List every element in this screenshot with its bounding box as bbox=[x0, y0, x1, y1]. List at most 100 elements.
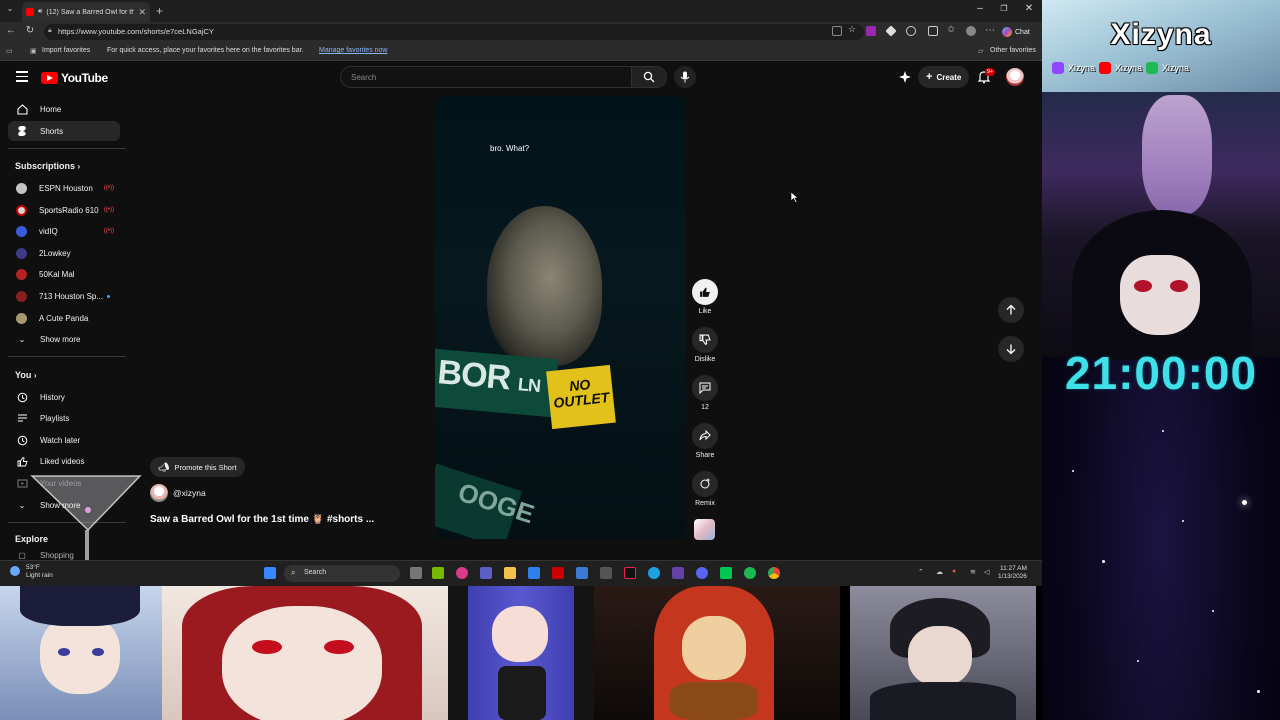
volume-icon[interactable]: ◁ bbox=[984, 568, 989, 576]
short-title[interactable]: Saw a Barred Owl for the 1st time 🦉 #sho… bbox=[150, 514, 374, 525]
subscription-713-houston[interactable]: 713 Houston Sp... bbox=[8, 286, 120, 306]
subscription-espn-houston[interactable]: ESPN Houston ((•)) bbox=[8, 178, 120, 198]
search-button[interactable] bbox=[631, 66, 667, 88]
next-short-button[interactable] bbox=[998, 336, 1024, 362]
dislike-button[interactable]: Dislike bbox=[689, 327, 721, 363]
restore-button[interactable]: ❐ bbox=[992, 4, 1016, 13]
remix-button[interactable]: Remix bbox=[689, 471, 721, 507]
star bbox=[1137, 660, 1139, 662]
short-video-player[interactable]: bro. What? BOR LN NO OUTLET OOGE bbox=[435, 96, 686, 539]
app-icon[interactable] bbox=[576, 567, 588, 579]
subscription-sportsradio-610[interactable]: SportsRadio 610 ((•)) bbox=[8, 200, 120, 220]
youtube-logo[interactable]: YouTube bbox=[41, 71, 108, 85]
sidebar-item-watch-later[interactable]: Watch later bbox=[8, 430, 120, 450]
other-favorites-button[interactable]: Other favorites bbox=[990, 47, 1036, 54]
sidebar-item-label: Liked videos bbox=[40, 456, 85, 466]
microphone-tray-icon[interactable]: ● bbox=[952, 568, 956, 575]
thumbs-up-icon bbox=[692, 279, 718, 305]
create-button[interactable]: + Create bbox=[918, 66, 970, 88]
temperature: 53°F bbox=[26, 564, 40, 571]
tray-overflow-icon[interactable]: ⌃ bbox=[918, 568, 924, 576]
favorite-star-icon[interactable]: ☆ bbox=[845, 24, 859, 35]
speaker-icon[interactable]: 🔊︎ bbox=[38, 8, 42, 16]
weather-widget[interactable]: 53°F Light rain bbox=[10, 564, 53, 580]
subscription-label: SportsRadio 610 bbox=[39, 205, 99, 215]
profile-icon[interactable] bbox=[966, 26, 976, 36]
account-avatar[interactable] bbox=[1006, 68, 1024, 86]
previous-short-button[interactable] bbox=[998, 297, 1024, 323]
sidebar-item-playlists[interactable]: Playlists bbox=[8, 408, 120, 428]
anime-figure bbox=[1142, 95, 1212, 215]
comments-button[interactable]: 12 bbox=[689, 375, 721, 411]
app-icon[interactable] bbox=[720, 567, 732, 579]
channel-avatar bbox=[16, 247, 27, 259]
app-icon[interactable] bbox=[456, 567, 468, 579]
search-input[interactable]: Search bbox=[340, 66, 632, 88]
refresh-icon[interactable]: ↻ bbox=[23, 25, 37, 36]
teams-icon[interactable] bbox=[480, 567, 492, 579]
sidebar-item-home[interactable]: Home bbox=[8, 99, 120, 119]
url-field[interactable]: 🔒︎ https://www.youtube.com/shorts/e7ceLN… bbox=[44, 24, 864, 40]
extension-diamond-icon[interactable] bbox=[885, 25, 897, 37]
sidebar-item-liked-videos[interactable]: Liked videos bbox=[8, 451, 120, 471]
close-window-button[interactable]: ✕ bbox=[1017, 3, 1041, 14]
app-icon[interactable] bbox=[672, 567, 684, 579]
taskbar-search[interactable]: ⌕ Search bbox=[284, 565, 400, 582]
taskbar-clock[interactable]: 11:27 AM 1/13/2026 bbox=[998, 565, 1027, 582]
tray-app-icon[interactable]: ☁ bbox=[936, 568, 943, 576]
discord-icon[interactable] bbox=[696, 567, 708, 579]
channel-info[interactable]: @xizyna bbox=[150, 484, 206, 502]
favorites-icon[interactable]: ✩ bbox=[944, 24, 958, 35]
share-button[interactable]: Share bbox=[689, 423, 721, 459]
extensions-puzzle-icon[interactable] bbox=[928, 26, 938, 36]
social-handle: Xizyna bbox=[1162, 63, 1190, 73]
calculator-icon[interactable] bbox=[600, 567, 612, 579]
tiktok-icon[interactable] bbox=[624, 567, 636, 579]
clock-date: 1/13/2026 bbox=[998, 573, 1027, 581]
minimize-button[interactable]: – bbox=[968, 3, 992, 14]
no-outlet-sign: NO OUTLET bbox=[546, 364, 616, 430]
import-favorites-button[interactable]: Import favorites bbox=[42, 47, 90, 54]
subscription-a-cute-panda[interactable]: A Cute Panda bbox=[8, 308, 120, 328]
news-app-icon[interactable] bbox=[552, 567, 564, 579]
subscription-50kal-mal[interactable]: 50Kal Mal bbox=[8, 264, 120, 284]
audio-thumbnail[interactable] bbox=[694, 519, 715, 540]
subscription-vidiq[interactable]: vidIQ ((•)) bbox=[8, 221, 120, 241]
voice-search-button[interactable] bbox=[674, 66, 696, 88]
sidebar-item-shorts[interactable]: Shorts bbox=[8, 121, 120, 141]
like-button[interactable]: Like bbox=[689, 279, 721, 315]
spotify-icon[interactable] bbox=[744, 567, 756, 579]
youtube-icon bbox=[1099, 62, 1112, 74]
copilot-chat-button[interactable]: Chat bbox=[1002, 25, 1030, 39]
sidebar-item-history[interactable]: History bbox=[8, 387, 120, 407]
extension-circle-icon[interactable] bbox=[906, 26, 916, 36]
more-options-icon[interactable]: ⋯ bbox=[983, 25, 997, 36]
promote-short-button[interactable]: 📣︎ Promote this Short bbox=[150, 457, 245, 477]
nvidia-icon[interactable] bbox=[432, 567, 444, 579]
store-icon[interactable] bbox=[528, 567, 540, 579]
manage-favorites-link[interactable]: Manage favorites now bbox=[319, 47, 387, 54]
anime-eye bbox=[1134, 280, 1152, 292]
edge-icon[interactable] bbox=[648, 567, 660, 579]
close-tab-icon[interactable]: ✕ bbox=[138, 7, 146, 18]
subscriptions-show-more[interactable]: ⌄ Show more bbox=[8, 329, 120, 349]
back-icon[interactable]: ← bbox=[4, 25, 18, 36]
home-icon bbox=[16, 103, 28, 115]
windows-start-icon[interactable] bbox=[264, 567, 276, 579]
sparkle-icon[interactable] bbox=[898, 70, 912, 84]
you-heading[interactable]: You › bbox=[15, 370, 37, 380]
file-explorer-icon[interactable] bbox=[504, 567, 516, 579]
new-tab-button[interactable]: + bbox=[156, 4, 163, 18]
wifi-icon[interactable]: ≋ bbox=[970, 568, 976, 576]
menu-hamburger-icon[interactable] bbox=[16, 71, 28, 85]
extension-icon[interactable] bbox=[866, 26, 876, 36]
tab-youtube[interactable]: 🔊︎ (12) Saw a Barred Owl for the ✕ bbox=[22, 2, 150, 22]
chrome-icon[interactable] bbox=[768, 567, 780, 579]
subscription-2lowkey[interactable]: 2Lowkey bbox=[8, 243, 120, 263]
subscriptions-heading[interactable]: Subscriptions › bbox=[15, 161, 80, 171]
app-available-icon[interactable] bbox=[832, 26, 842, 36]
task-view-icon[interactable] bbox=[410, 567, 422, 579]
subscription-label: ESPN Houston bbox=[39, 183, 93, 193]
remix-icon bbox=[692, 471, 718, 497]
tab-list-chevron-icon[interactable]: ⌄ bbox=[3, 4, 17, 13]
